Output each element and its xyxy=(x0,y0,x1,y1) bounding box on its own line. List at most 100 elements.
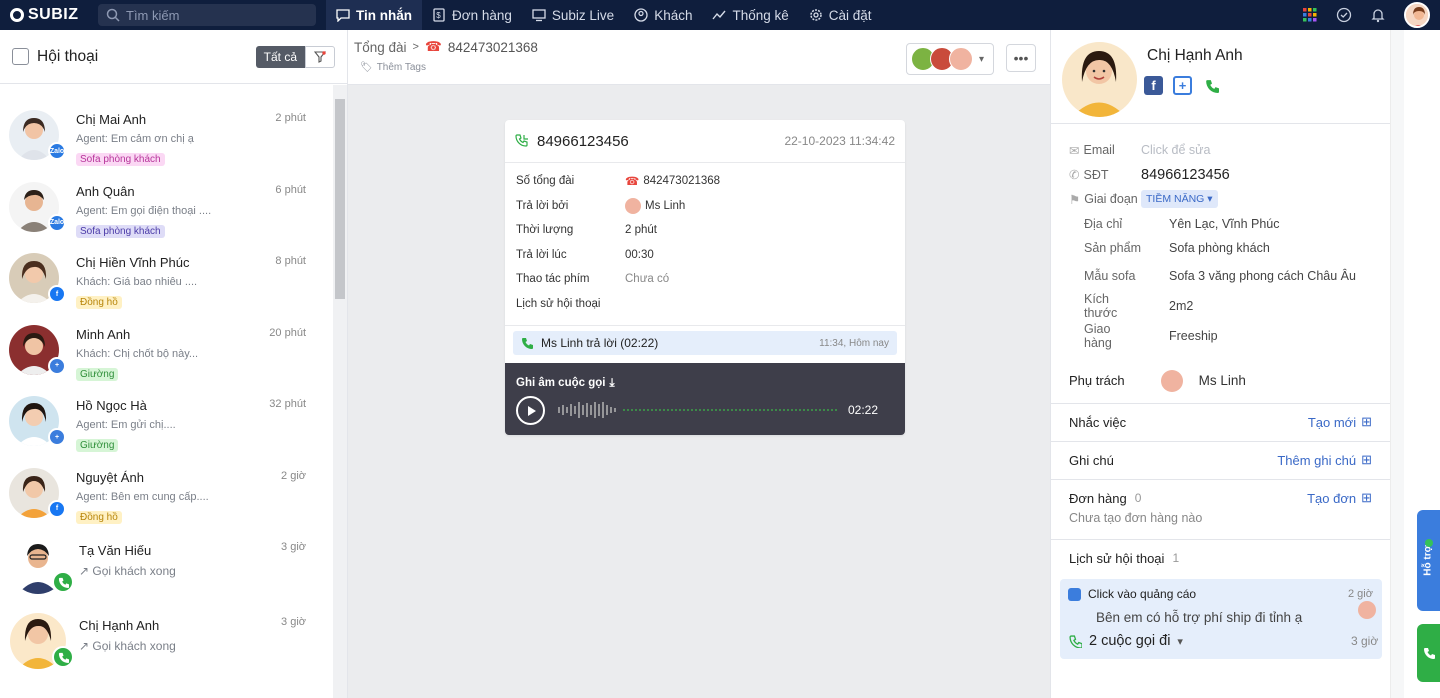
user-icon xyxy=(634,8,648,22)
conversations-title: Hội thoại xyxy=(37,47,99,65)
subiz-logo[interactable]: SUBIZ xyxy=(0,6,90,24)
agent-avatar xyxy=(949,47,973,71)
conversation-item[interactable]: + Minh Anh Khách: Chị chốt bộ này... Giư… xyxy=(0,315,334,387)
stage-badge[interactable]: TIỀM NĂNG ▾ xyxy=(1141,190,1218,209)
add-document-icon: ⊞ xyxy=(1361,414,1372,429)
phone-icon xyxy=(1423,648,1435,659)
field-size[interactable]: Kích thước 2m2 xyxy=(1051,291,1390,321)
conversation-item[interactable]: Zalo Anh Quân Agent: Em gọi điện thoại .… xyxy=(0,172,334,244)
agent-avatar xyxy=(1160,369,1183,392)
nav-tab-subiz-live[interactable]: Subiz Live xyxy=(522,0,624,30)
chart-icon xyxy=(712,10,727,20)
dial-button[interactable] xyxy=(1417,624,1440,682)
email-icon: ✉ xyxy=(1069,143,1080,158)
customer-profile-panel: Chị Hạnh Anh f + ✉ Email Click để sửa ✆ SĐT… xyxy=(1050,30,1390,698)
conversation-item[interactable]: + Hồ Ngọc Hà Agent: Em gửi chị.... Giườn… xyxy=(0,386,334,458)
create-reminder-button[interactable]: Tạo mới ⊞ xyxy=(1308,414,1372,430)
phone-icon[interactable] xyxy=(1202,76,1221,95)
call-row-keypress: Thao tác phím Chưa có xyxy=(516,273,670,286)
conversation-item[interactable]: Tạ Văn Hiếu ↗ Gọi khách xong 3 giờ xyxy=(0,529,334,604)
apps-grid-icon[interactable] xyxy=(1302,7,1318,23)
search-box[interactable] xyxy=(98,4,316,26)
filter-icon xyxy=(314,50,326,63)
conversation-item[interactable]: Zalo Chị Mai Anh Agent: Em cảm ơn chị ạ … xyxy=(0,100,334,172)
owner-row[interactable]: Phụ trách Ms Linh xyxy=(1051,359,1390,403)
conversation-item[interactable]: Chị Hạnh Anh ↗ Gọi khách xong 3 giờ xyxy=(0,604,334,679)
phone-icon xyxy=(522,338,533,349)
tag-icon: 🏷 xyxy=(360,62,373,73)
assigned-agents-dropdown[interactable]: ▾ xyxy=(906,43,994,75)
check-circle-icon[interactable] xyxy=(1336,7,1352,23)
call-row-answered-by: Trả lời bởi Ms Linh xyxy=(516,197,686,214)
customer-name: Chị Hạnh Anh xyxy=(1147,47,1243,64)
conversation-scrollbar[interactable] xyxy=(333,85,347,698)
search-icon xyxy=(106,8,120,22)
hotline-icon: ☎ xyxy=(625,176,640,189)
play-icon xyxy=(527,405,536,416)
zalo-icon: Zalo xyxy=(48,142,66,160)
order-icon: $ xyxy=(433,8,445,22)
incoming-call-icon xyxy=(515,134,528,147)
select-all-checkbox[interactable] xyxy=(12,48,29,65)
download-icon[interactable]: ⤓ xyxy=(609,377,614,390)
call-row-duration: Thời lượng 2 phút xyxy=(516,224,657,237)
profile-scrollbar[interactable] xyxy=(1390,30,1404,698)
create-order-button[interactable]: Tạo đơn ⊞ xyxy=(1307,490,1372,506)
more-options-button[interactable]: ••• xyxy=(1006,44,1036,72)
chevron-down-icon[interactable]: ▾ xyxy=(1177,635,1183,648)
phone-icon: ✆ xyxy=(1069,168,1080,183)
phone-call-icon xyxy=(52,571,74,593)
nav-tab-orders[interactable]: $ Đơn hàng xyxy=(422,0,522,30)
add-document-icon: ⊞ xyxy=(1361,452,1372,467)
chat-icon xyxy=(336,9,350,22)
audio-waveform[interactable] xyxy=(557,400,837,420)
nav-tab-customers[interactable]: Khách xyxy=(624,0,702,30)
play-button[interactable] xyxy=(516,396,545,425)
bell-icon[interactable] xyxy=(1370,7,1386,23)
filter-button[interactable] xyxy=(305,45,335,68)
filter-all-button[interactable]: Tất cả xyxy=(255,45,305,68)
field-address[interactable]: Địa chỉ Yên Lạc, Vĩnh Phúc xyxy=(1051,212,1390,237)
note-section: Ghi chú Thêm ghi chú ⊞ xyxy=(1051,440,1390,479)
call-detail-pane: Tổng đài > ☎ 842473021368 🏷 Thêm Tags ▾ •… xyxy=(348,30,1050,698)
user-avatar[interactable] xyxy=(1404,2,1430,28)
conversation-item[interactable]: f Nguyệt Ánh Agent: Bên em cung cấp.... … xyxy=(0,458,334,530)
nav-tab-messages[interactable]: Tin nhắn xyxy=(326,0,422,30)
call-datetime: 22-10-2023 11:34:42 xyxy=(784,134,895,148)
breadcrumb: Tổng đài > ☎ 842473021368 xyxy=(354,39,538,55)
answered-event: Ms Linh trả lời (02:22) 11:34, Hôm nay xyxy=(513,331,897,355)
field-stage[interactable]: ⚑ Giai đoạn TIỀM NĂNG ▾ xyxy=(1051,187,1390,212)
customer-avatar xyxy=(1062,42,1137,117)
facebook-icon[interactable]: f xyxy=(1144,76,1163,95)
help-button[interactable]: Hỗ trợ xyxy=(1417,510,1440,611)
add-tags-button[interactable]: 🏷 Thêm Tags xyxy=(360,62,426,73)
nav-tab-reports[interactable]: Thống kê xyxy=(702,0,798,30)
add-note-button[interactable]: Thêm ghi chú ⊞ xyxy=(1277,452,1372,468)
ad-click-icon xyxy=(1068,587,1081,601)
history-section: Lịch sử hội thoại 1 xyxy=(1051,538,1390,577)
history-item[interactable]: Click vào quảng cáo 2 giờ Bên em có hỗ t… xyxy=(1060,579,1382,659)
field-sofa-model[interactable]: Mẫu sofa Sofa 3 văng phong cách Châu Âu xyxy=(1051,261,1390,291)
subiz-chat-icon: + xyxy=(48,356,66,375)
conversation-panel: Hội thoại Tất cả Zalo Chị Mai Anh Agent:… xyxy=(0,30,348,698)
recording-duration: 02:22 xyxy=(847,403,878,417)
online-status-dot xyxy=(1425,539,1433,547)
phone-call-icon xyxy=(52,646,74,668)
conversation-item[interactable]: f Chị Hiền Vĩnh Phúc Khách: Giá bao nhiê… xyxy=(0,243,334,315)
field-product[interactable]: Sản phẩm Sofa phòng khách xyxy=(1051,236,1390,261)
nav-tab-settings[interactable]: Cài đặt xyxy=(799,0,882,30)
search-input[interactable] xyxy=(126,7,306,23)
subiz-chat-icon[interactable]: + xyxy=(1173,76,1192,95)
svg-text:$: $ xyxy=(436,11,441,20)
field-delivery[interactable]: Giao hàng Freeship xyxy=(1051,321,1390,351)
outgoing-arrow-icon: ↗ xyxy=(79,564,90,578)
tag-badge: Giường xyxy=(76,439,119,452)
tag-badge: Sofa phòng khách xyxy=(76,224,165,238)
chevron-right-icon: > xyxy=(412,41,419,53)
agent-avatar xyxy=(1358,601,1376,619)
call-row-history: Lịch sử hội thoại xyxy=(516,297,601,310)
field-email[interactable]: ✉ Email Click để sửa xyxy=(1051,138,1390,163)
agent-avatar xyxy=(625,197,641,214)
field-phone[interactable]: ✆ SĐT 84966123456 xyxy=(1051,163,1390,188)
outgoing-arrow-icon: ↗ xyxy=(79,639,90,653)
